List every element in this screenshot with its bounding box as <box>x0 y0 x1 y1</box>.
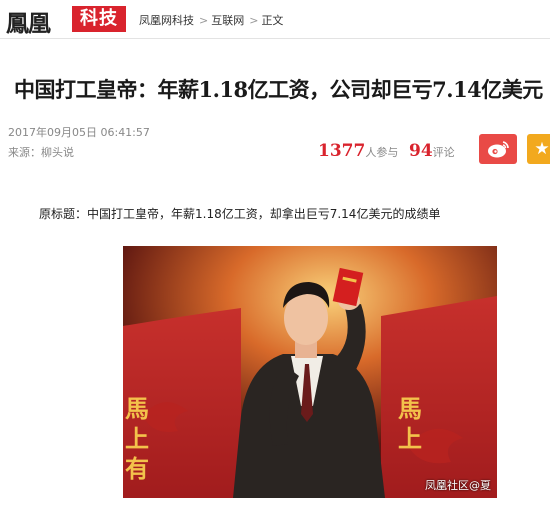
article-title: 中国打工皇帝：年薪1.18亿工资，公司却巨亏7.14亿美元 <box>14 77 543 102</box>
share-weibo-button[interactable] <box>479 134 517 164</box>
photo-banner-right: 馬上 <box>394 396 423 456</box>
comments-count[interactable]: 94评论 <box>409 141 455 161</box>
breadcrumb-separator: > <box>249 14 259 27</box>
participants-count[interactable]: 1377人参与 <box>318 141 398 161</box>
site-header: 鳳凰 科技 凤凰网科技 > 互联网 > 正文 <box>0 0 550 38</box>
breadcrumb-item-home[interactable]: 凤凰网科技 <box>139 14 194 27</box>
breadcrumb-item-article: 正文 <box>261 14 284 27</box>
comments-number: 94 <box>409 141 433 161</box>
participants-number: 1377 <box>318 141 366 161</box>
article-photo: 馬上有 馬上 凤凰社区@夏 <box>123 246 497 498</box>
channel-badge[interactable]: 科技 <box>72 6 126 32</box>
article-source: 来源：柳头说 <box>8 146 74 159</box>
publish-time: 2017年09月05日 06:41:57 <box>8 126 150 139</box>
photo-watermark: 凤凰社区@夏 <box>425 479 491 492</box>
header-divider <box>0 38 550 39</box>
star-icon: ★ <box>534 139 550 159</box>
favorite-button[interactable]: ★ <box>527 134 550 164</box>
site-logo[interactable]: 鳳凰 <box>6 4 51 38</box>
breadcrumb-separator: > <box>199 14 209 27</box>
weibo-icon <box>488 141 509 158</box>
breadcrumb: 凤凰网科技 > 互联网 > 正文 <box>139 12 285 28</box>
participants-label: 人参与 <box>365 146 399 159</box>
photo-banner-left: 馬上有 <box>123 396 150 486</box>
comments-label: 评论 <box>432 146 455 159</box>
breadcrumb-item-internet[interactable]: 互联网 <box>211 14 244 27</box>
original-title: 原标题：中国打工皇帝，年薪1.18亿工资，却拿出巨亏7.14亿美元的成绩单 <box>39 207 441 221</box>
